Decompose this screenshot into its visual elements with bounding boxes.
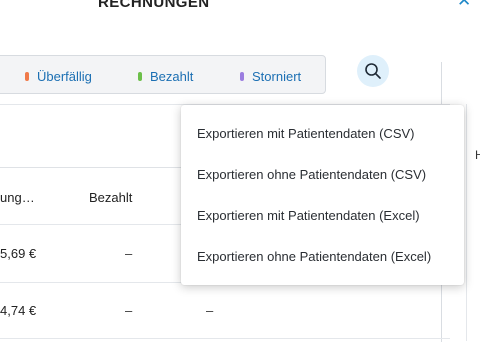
column-header-paid[interactable]: Bezahlt xyxy=(89,190,132,205)
filter-paid-label: Bezahlt xyxy=(150,68,194,84)
search-icon xyxy=(365,63,381,79)
export-without-patient-data-csv[interactable]: Exportieren ohne Patientendaten (CSV) xyxy=(197,167,426,187)
filter-cancelled[interactable]: Storniert xyxy=(240,68,301,84)
table-cell-paid: – xyxy=(125,303,133,318)
filter-paid[interactable]: Bezahlt xyxy=(138,68,193,84)
divider xyxy=(0,338,450,339)
close-icon[interactable]: ✕ xyxy=(457,0,473,9)
side-column-header: H xyxy=(475,148,480,162)
column-header-amount[interactable]: ung… xyxy=(0,190,35,205)
filter-overdue[interactable]: Überfällig xyxy=(25,68,92,84)
export-with-patient-data-excel[interactable]: Exportieren mit Patientendaten (Excel) xyxy=(197,208,420,228)
export-without-patient-data-excel[interactable]: Exportieren ohne Patientendaten (Excel) xyxy=(197,249,431,269)
export-menu: Exportieren mit Patientendaten (CSV) Exp… xyxy=(181,105,464,285)
filter-cancelled-label: Storniert xyxy=(252,68,302,84)
export-with-patient-data-csv[interactable]: Exportieren mit Patientendaten (CSV) xyxy=(197,126,415,146)
status-filter-bar: Überfällig Bezahlt Storniert xyxy=(0,55,326,94)
cancelled-dot-icon xyxy=(240,71,244,81)
search-button[interactable] xyxy=(357,55,389,87)
divider xyxy=(466,104,467,341)
table-cell-extra: – xyxy=(206,303,214,318)
table-cell-paid: – xyxy=(125,246,133,261)
overdue-dot-icon xyxy=(25,71,29,81)
paid-dot-icon xyxy=(138,71,142,81)
table-cell-amount: 5,69 € xyxy=(0,246,37,261)
page-title: RECHNUNGEN xyxy=(98,0,210,11)
table-cell-amount: 4,74 € xyxy=(0,303,37,318)
filter-overdue-label: Überfällig xyxy=(37,68,92,84)
